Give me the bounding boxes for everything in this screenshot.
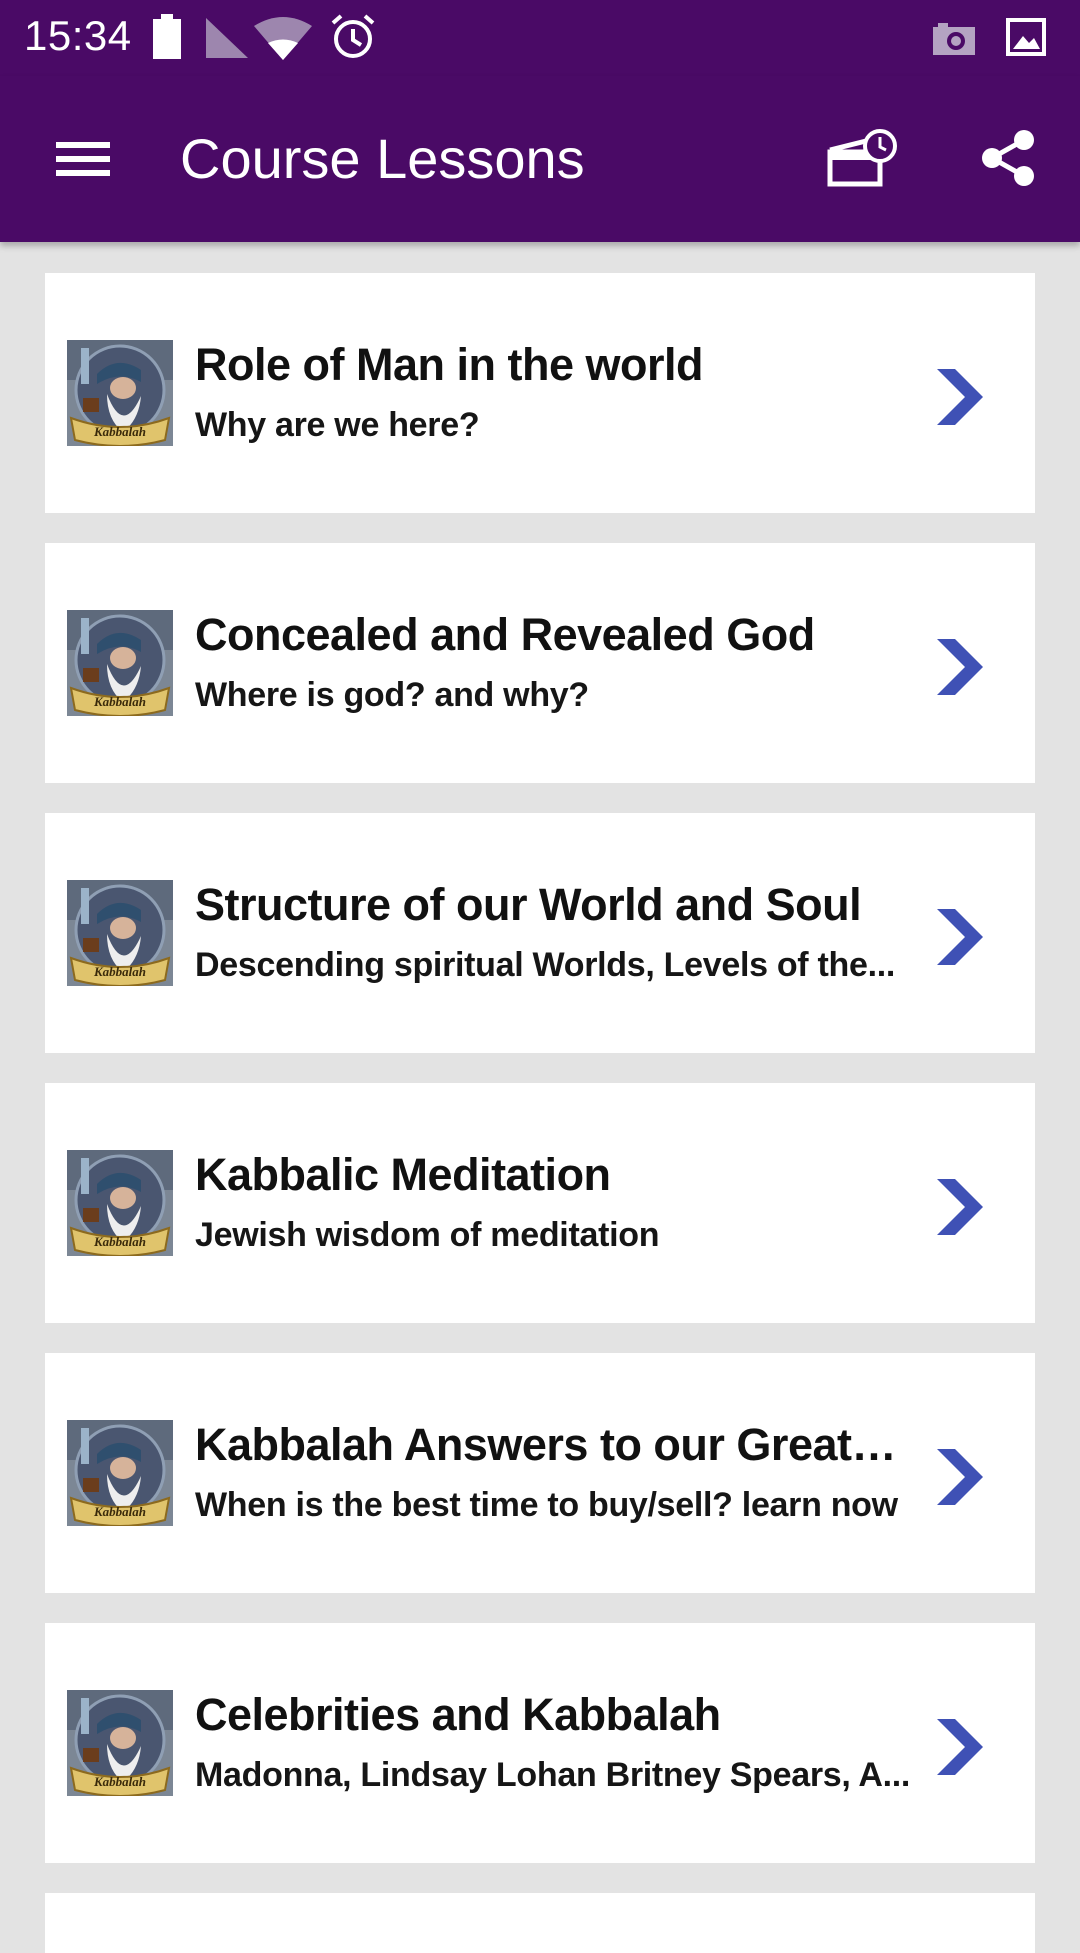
battery-icon <box>152 14 182 65</box>
lesson-card-4[interactable]: Kabbalah Kabbalic Meditation Jewish wisd… <box>45 1083 1035 1323</box>
chevron-right-icon[interactable] <box>933 1175 987 1239</box>
kabbalah-thumbnail: Kabbalah <box>67 1150 173 1256</box>
thumbnail-label: Kabbalah <box>93 694 146 709</box>
lesson-subtitle: Jewish wisdom of meditation <box>195 1216 660 1254</box>
thumbnail-label: Kabbalah <box>93 1774 146 1789</box>
chevron-right-icon[interactable] <box>933 1445 987 1509</box>
lesson-title: Kabbalic Meditation <box>195 1149 611 1200</box>
lesson-subtitle: Madonna, Lindsay Lohan Britney Spears, A… <box>195 1756 911 1794</box>
lesson-card-1[interactable]: Kabbalah Role of Man in the world Why ar… <box>45 273 1035 513</box>
lesson-card-partial[interactable] <box>45 1893 1035 1953</box>
kabbalah-thumbnail: Kabbalah <box>67 880 173 986</box>
page-title: Course Lessons <box>180 127 585 190</box>
kabbalah-thumbnail: Kabbalah <box>67 340 173 446</box>
lesson-subtitle: Where is god? and why? <box>195 676 589 714</box>
status-bar: 15:34 <box>0 0 1080 76</box>
thumbnail-label: Kabbalah <box>93 424 146 439</box>
menu-icon[interactable] <box>48 128 118 190</box>
lesson-card-6[interactable]: Kabbalah Celebrities and Kabbalah Madonn… <box>45 1623 1035 1863</box>
kabbalah-thumbnail: Kabbalah <box>67 610 173 716</box>
thumbnail-label: Kabbalah <box>93 1504 146 1519</box>
lesson-subtitle: When is the best time to buy/sell? learn… <box>195 1486 898 1524</box>
chevron-right-icon[interactable] <box>933 365 987 429</box>
chevron-right-icon[interactable] <box>933 1715 987 1779</box>
app-bar: Course Lessons <box>0 76 1080 242</box>
lesson-card-5[interactable]: Kabbalah Kabbalah Answers to our Greates… <box>45 1353 1035 1593</box>
lesson-title: Structure of our World and Soul <box>195 879 862 930</box>
camera-notification-icon <box>932 22 976 61</box>
signal-icon <box>206 18 248 63</box>
alarm-icon <box>330 14 376 65</box>
share-icon[interactable] <box>978 128 1038 188</box>
image-notification-icon <box>1006 18 1046 61</box>
thumbnail-label: Kabbalah <box>93 1234 146 1249</box>
lesson-subtitle: Why are we here? <box>195 406 480 444</box>
lesson-title: Celebrities and Kabbalah <box>195 1689 721 1740</box>
lesson-title: Kabbalah Answers to our Greatest... <box>195 1419 915 1470</box>
thumbnail-label: Kabbalah <box>93 964 146 979</box>
status-time: 15:34 <box>24 12 132 59</box>
chevron-right-icon[interactable] <box>933 635 987 699</box>
lesson-card-3[interactable]: Kabbalah Structure of our World and Soul… <box>45 813 1035 1053</box>
lesson-title: Concealed and Revealed God <box>195 609 815 660</box>
lesson-subtitle: Descending spiritual Worlds, Levels of t… <box>195 946 896 984</box>
kabbalah-thumbnail: Kabbalah <box>67 1420 173 1526</box>
kabbalah-thumbnail: Kabbalah <box>67 1690 173 1796</box>
chevron-right-icon[interactable] <box>933 905 987 969</box>
lesson-title: Role of Man in the world <box>195 339 703 390</box>
schedule-icon[interactable] <box>826 128 900 188</box>
lesson-card-2[interactable]: Kabbalah Concealed and Revealed God Wher… <box>45 543 1035 783</box>
wifi-icon <box>254 16 312 65</box>
